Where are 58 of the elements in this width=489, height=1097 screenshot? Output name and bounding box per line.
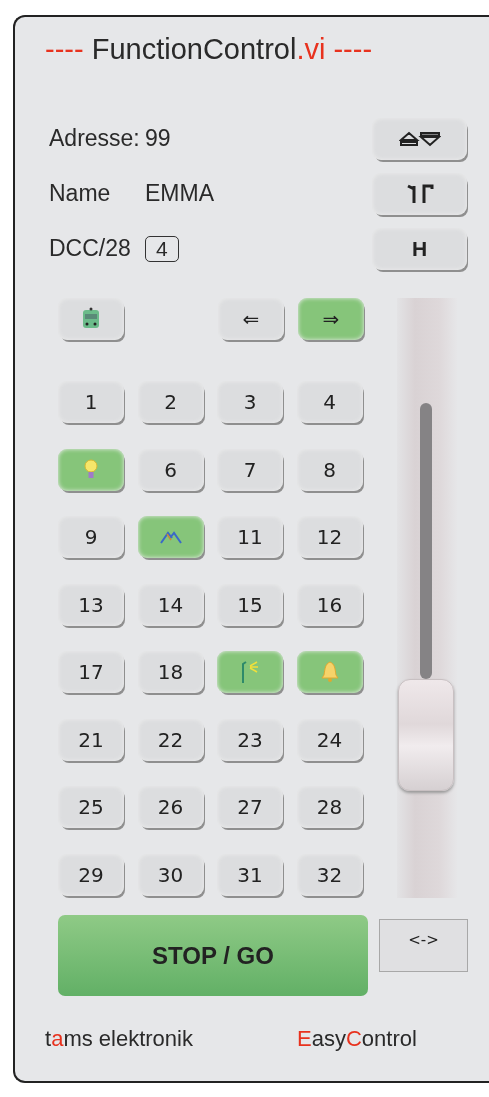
stop-go-button[interactable]: STOP / GO xyxy=(58,915,368,996)
function-button[interactable]: 1 xyxy=(58,381,124,423)
speed-slider[interactable] xyxy=(397,298,457,898)
function-button[interactable]: 11 xyxy=(217,516,283,558)
function-button[interactable]: 15 xyxy=(217,583,283,626)
field-label: DCC/28 xyxy=(49,235,132,262)
function-button[interactable]: 8 xyxy=(296,448,363,491)
field-label: Name xyxy=(49,180,112,207)
function-button[interactable]: 6 xyxy=(137,448,204,491)
h-button[interactable]: H xyxy=(372,227,467,270)
light-bulb-icon xyxy=(84,458,98,481)
product-name: EasyControl xyxy=(297,1026,417,1052)
function-button[interactable]: 2 xyxy=(137,381,204,423)
direction-button[interactable]: ⇐ xyxy=(218,298,284,340)
function-button[interactable] xyxy=(58,448,124,491)
swap-button[interactable]: <-> xyxy=(379,919,468,972)
function-button[interactable]: 18 xyxy=(137,651,204,693)
signal-icon xyxy=(240,660,260,684)
function-button[interactable]: 9 xyxy=(58,516,124,558)
function-button[interactable]: 7 xyxy=(217,448,283,491)
function-button[interactable]: 16 xyxy=(296,583,363,626)
function-button[interactable]: 13 xyxy=(58,583,124,626)
function-button[interactable]: 12 xyxy=(296,516,363,558)
icon-button[interactable] xyxy=(372,117,467,160)
speed-step-field: 4 xyxy=(145,235,179,262)
function-button[interactable]: 17 xyxy=(58,651,124,693)
function-button[interactable]: 3 xyxy=(217,381,283,423)
function-button[interactable]: 4 xyxy=(296,381,363,423)
function-button[interactable]: 32 xyxy=(296,853,363,896)
field-label: Adresse: xyxy=(49,125,141,152)
function-button[interactable]: 14 xyxy=(137,583,204,626)
function-button[interactable]: 28 xyxy=(296,786,363,828)
function-button[interactable] xyxy=(217,651,283,693)
function-button[interactable] xyxy=(137,516,204,558)
function-button[interactable]: 31 xyxy=(217,853,283,896)
function-button[interactable]: 26 xyxy=(137,786,204,828)
slider-thumb[interactable] xyxy=(398,678,454,791)
function-button[interactable]: 21 xyxy=(58,718,124,761)
function-button[interactable]: 24 xyxy=(296,718,363,761)
icon-button[interactable] xyxy=(372,172,467,215)
hooks-icon xyxy=(405,183,434,204)
direction-button[interactable]: ⇒ xyxy=(298,298,364,340)
function-button[interactable] xyxy=(296,651,363,693)
function-button[interactable]: 29 xyxy=(58,853,124,896)
bell-icon xyxy=(319,661,340,683)
field-value: EMMA xyxy=(145,180,214,207)
locomotive-button[interactable] xyxy=(58,298,124,340)
window-title: ---- FunctionControl.vi ---- xyxy=(45,32,374,67)
brand-text: tams elektronik xyxy=(45,1026,194,1052)
function-button[interactable]: 23 xyxy=(217,718,283,761)
locomotive-icon xyxy=(82,307,100,331)
function-button[interactable]: 27 xyxy=(217,786,283,828)
function-button[interactable]: 30 xyxy=(137,853,204,896)
function-button[interactable]: 22 xyxy=(137,718,204,761)
triangles-icon xyxy=(398,130,441,147)
function-button[interactable]: 25 xyxy=(58,786,124,828)
pantograph-icon xyxy=(158,530,183,544)
field-value: 99 xyxy=(145,125,171,152)
